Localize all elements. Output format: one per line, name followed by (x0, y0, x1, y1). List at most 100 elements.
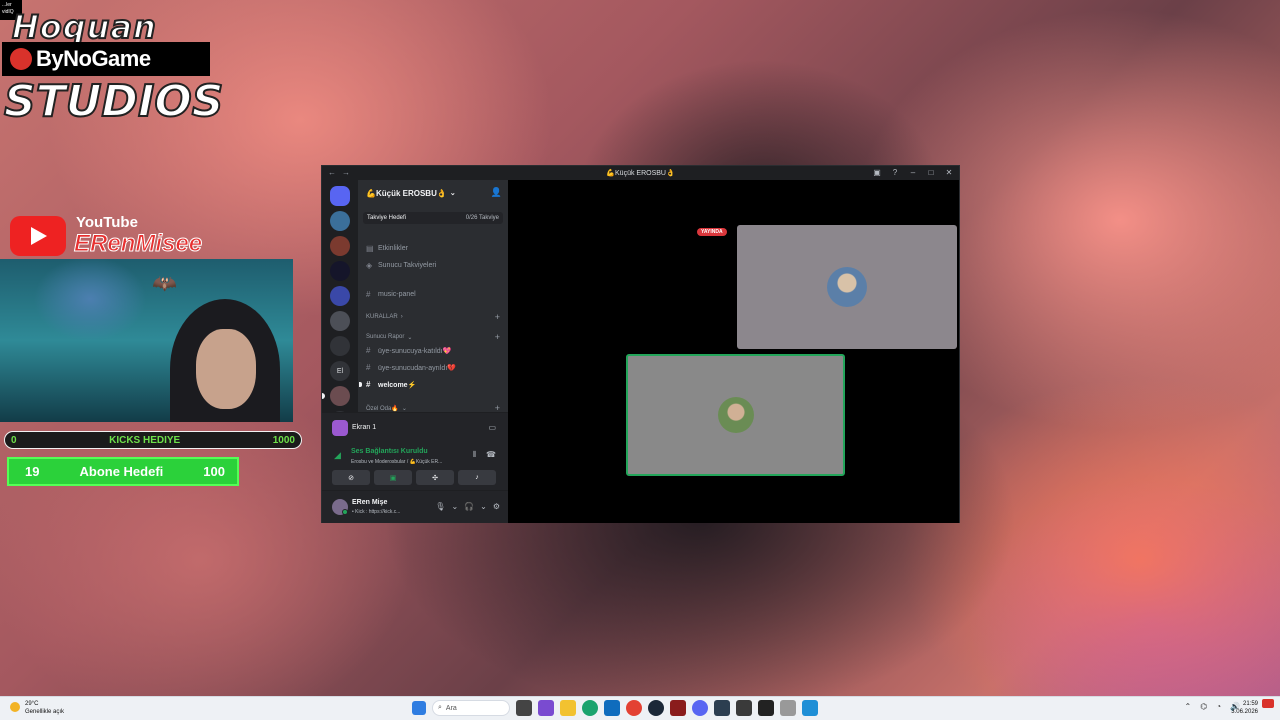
soundboard-button[interactable]: ♪ (458, 470, 496, 485)
app-icon[interactable] (736, 700, 752, 716)
start-windows-icon[interactable] (412, 701, 426, 715)
screen-share-row[interactable]: Ekran 1 ▭ (322, 412, 508, 442)
stream-app-icon (332, 420, 348, 436)
activities-button[interactable]: ✣ (416, 470, 454, 485)
microphone-icon[interactable]: 🎙 (435, 502, 445, 511)
screen-share-button[interactable]: ▣ (374, 470, 412, 485)
task-view-icon[interactable] (516, 700, 532, 716)
chevron-right-icon: › (400, 314, 403, 320)
clock-date: 3.06.2026 (1231, 709, 1258, 715)
subscriber-goal-bar: 19 Abone Hedefi 100 (7, 457, 239, 486)
channel-welcome[interactable]: # welcome⚡ (359, 378, 503, 391)
youtube-icon (10, 216, 66, 256)
system-clock[interactable]: 21:59 3.06.2026 (1231, 700, 1258, 716)
noise-suppression-icon[interactable]: ⫴ (473, 450, 476, 460)
chrome-icon[interactable] (626, 700, 642, 716)
channel-music-panel[interactable]: # music-panel (363, 288, 503, 301)
minimize-button[interactable]: – (909, 168, 917, 177)
streamer-face (196, 329, 256, 409)
subscriber-goal-current: 19 (25, 464, 40, 479)
add-channel-icon[interactable]: + (495, 332, 500, 342)
notification-icon[interactable] (1262, 699, 1274, 708)
channel-label: Etkinlikler (378, 245, 408, 252)
channel-name: ERenMisee (73, 230, 203, 258)
app-icon[interactable] (670, 700, 686, 716)
server-icon[interactable] (330, 236, 350, 256)
app-icon[interactable] (714, 700, 730, 716)
category-report[interactable]: Sunucu Rapor ⌄ + (363, 332, 503, 342)
bat-decoration-icon: 🦇 (152, 273, 177, 295)
headphones-icon[interactable]: 🎧 (464, 502, 474, 511)
studios-text: STUDIOS (3, 75, 224, 128)
voice-status[interactable]: Ses Bağlantısı Kuruldu (351, 448, 428, 455)
home-discord-icon[interactable] (330, 186, 350, 206)
inbox-icon[interactable]: ▣ (873, 168, 881, 177)
boost-goal[interactable]: Takviye Hedefi 0/26 Takviye (363, 212, 503, 224)
chevron-down-icon[interactable]: ⌄ (480, 502, 487, 511)
kicks-goal-label: KICKS HEDIYE (109, 434, 181, 446)
server-header[interactable]: 💪Küçük EROSBU👌 ⌄ 👤 (358, 180, 508, 206)
server-icon-current[interactable] (330, 386, 350, 406)
sun-icon (10, 702, 20, 712)
epic-games-icon[interactable] (758, 700, 774, 716)
participant-tile[interactable] (737, 225, 957, 349)
invite-people-icon[interactable]: 👤 (491, 187, 502, 198)
store-icon[interactable] (604, 700, 620, 716)
category-label: Sunucu Rapor (366, 334, 405, 340)
server-icon[interactable] (330, 336, 350, 356)
voice-channel-path[interactable]: Erosbu ve Moderosbular / 💪Küçük ER... (351, 459, 442, 465)
taskbar: 29°C Genellikle açık ⌕ Ara ⌃ ⌬ ◔ 🔊 21:59… (0, 696, 1280, 720)
app-icon[interactable] (538, 700, 554, 716)
discord-taskbar-icon[interactable] (692, 700, 708, 716)
maximize-button[interactable]: □ (927, 168, 935, 177)
chevron-down-icon: ⌄ (401, 405, 407, 412)
search-icon: ⌕ (438, 704, 442, 711)
user-panel: ERen Mişe • Kick : https://kick.c... 🎙 ⌄… (322, 490, 508, 523)
channel-events[interactable]: ▤ Etkinlikler (363, 242, 503, 255)
category-label: Özel Oda🔥 (366, 405, 399, 412)
server-icon[interactable] (330, 211, 350, 231)
window-title: 💪Küçük EROSBU👌 (606, 170, 675, 177)
server-icon[interactable] (330, 311, 350, 331)
channel-server-boosts[interactable]: ◈ Sunucu Takviyeleri (363, 259, 503, 272)
screen-share-label: Ekran 1 (352, 424, 377, 431)
window-titlebar: ←→ 💪Küçük EROSBU👌 ▣ ? – □ ✕ (322, 166, 959, 180)
taskbar-search[interactable]: ⌕ Ara (432, 700, 510, 716)
participant-tile-speaking[interactable] (626, 354, 845, 476)
participant-avatar (827, 267, 867, 307)
channel-member-left[interactable]: # üye-sunucudan-ayrıldı💔 (363, 361, 503, 374)
edge-browser-icon[interactable] (582, 700, 598, 716)
camera-button[interactable]: ⊘ (332, 470, 370, 485)
file-explorer-icon[interactable] (560, 700, 576, 716)
boost-goal-progress: 0/26 Takviye (465, 215, 499, 221)
stop-stream-icon[interactable]: ▭ (488, 423, 496, 432)
wifi-icon[interactable]: ◔ (1216, 702, 1221, 711)
chevron-down-icon[interactable]: ⌄ (451, 502, 458, 511)
signal-icon: ◢ (334, 450, 341, 460)
weather-desc: Genellikle açık (25, 709, 65, 715)
selected-server-pill (322, 393, 325, 399)
network-icon[interactable]: ⌬ (1200, 702, 1207, 711)
server-icon[interactable] (330, 261, 350, 281)
user-name[interactable]: ERen Mişe (352, 499, 387, 506)
search-placeholder: Ara (445, 704, 457, 712)
category-rules[interactable]: KURALLAR › + (363, 312, 503, 322)
brand-top-text: Hoquan (11, 7, 157, 47)
weather-widget[interactable]: 29°C Genellikle açık (10, 700, 64, 716)
server-icon-el[interactable]: El (330, 361, 350, 381)
hash-icon: # (366, 363, 371, 372)
chevron-up-icon[interactable]: ⌃ (1185, 702, 1192, 711)
disconnect-icon[interactable]: ☎ (486, 450, 496, 460)
voice-stage-area: YAYINDA (508, 180, 959, 523)
subscriber-goal-target: 100 (203, 464, 225, 479)
app-icon[interactable] (780, 700, 796, 716)
channel-member-joined[interactable]: # üye-sunucuya-katıldı💖 (363, 344, 503, 357)
help-icon[interactable]: ? (891, 168, 899, 177)
settings-gear-icon[interactable]: ⚙ (493, 502, 500, 511)
server-icon[interactable] (330, 286, 350, 306)
add-channel-icon[interactable]: + (495, 312, 500, 322)
steam-icon[interactable] (648, 700, 664, 716)
settings-app-icon[interactable] (802, 700, 818, 716)
channel-label: üye-sunucudan-ayrıldı💔 (378, 364, 456, 372)
close-button[interactable]: ✕ (945, 168, 953, 177)
